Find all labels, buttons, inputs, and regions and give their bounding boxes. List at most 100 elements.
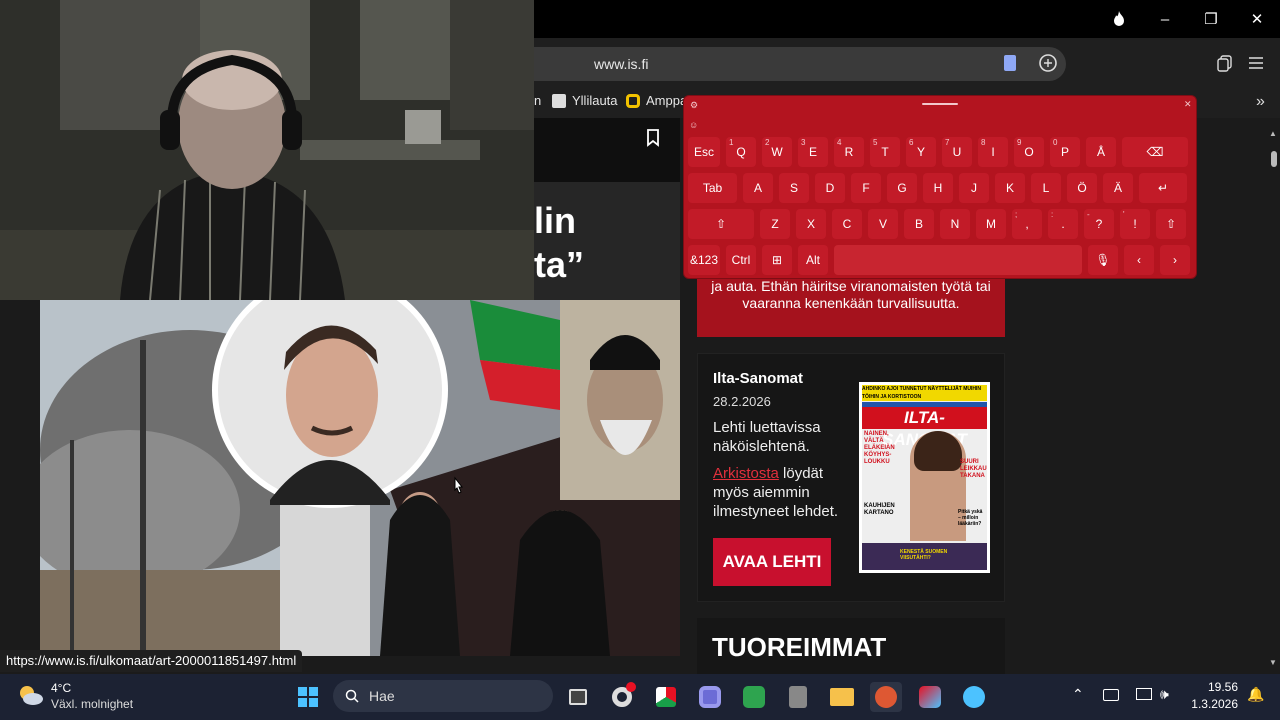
key-r1k12[interactable]: ↵: [1139, 173, 1187, 203]
settings-icon[interactable]: ⚙: [690, 100, 698, 111]
bookmark-item[interactable]: n: [534, 93, 541, 108]
chrome-icon[interactable]: [606, 682, 638, 712]
key-t[interactable]: T5: [870, 137, 900, 167]
key-r2k0[interactable]: ⇧: [688, 209, 754, 239]
camera-app-icon[interactable]: [694, 682, 726, 712]
volume-icon[interactable]: 🕪: [1160, 686, 1169, 703]
key-tab[interactable]: Tab: [688, 173, 737, 203]
key-s[interactable]: S: [779, 173, 809, 203]
key-ä[interactable]: Ä: [1103, 173, 1133, 203]
key-r2k8[interactable]: ,;: [1012, 209, 1042, 239]
key-r[interactable]: R4: [834, 137, 864, 167]
key-w[interactable]: W2: [762, 137, 792, 167]
key-p[interactable]: P0: [1050, 137, 1080, 167]
chevron-right-icon[interactable]: »: [1256, 93, 1265, 111]
key-r3k7[interactable]: ›: [1160, 245, 1190, 275]
key-e[interactable]: E3: [798, 137, 828, 167]
notification-bell-icon[interactable]: 🔔: [1247, 686, 1264, 703]
maps-app-icon[interactable]: [958, 682, 990, 712]
app-icon[interactable]: [650, 682, 682, 712]
drag-handle[interactable]: [922, 103, 958, 105]
key-label: ‹: [1137, 253, 1141, 267]
planner-app-icon[interactable]: [738, 682, 770, 712]
emoji-icon[interactable]: ☺: [689, 120, 698, 130]
minimize-button[interactable]: –: [1142, 0, 1188, 38]
key-r2k10[interactable]: ? -: [1084, 209, 1114, 239]
newspaper-cover[interactable]: AHDINKO AJOI TUNNETUT NÄYTTELIJÄT MUIHIN…: [859, 382, 990, 573]
taskbar-search[interactable]: Hae: [333, 680, 553, 712]
key-&123[interactable]: &123: [688, 245, 720, 275]
clock-time[interactable]: 19.56: [1190, 680, 1238, 694]
key-j[interactable]: J: [959, 173, 989, 203]
key-å[interactable]: Å: [1086, 137, 1116, 167]
key-h[interactable]: H: [923, 173, 953, 203]
copy-icon[interactable]: [1216, 54, 1234, 77]
weather-desc[interactable]: Växl. molnighet: [51, 697, 133, 711]
key-ö[interactable]: Ö: [1067, 173, 1097, 203]
key-z[interactable]: Z: [760, 209, 790, 239]
key-m[interactable]: M: [976, 209, 1006, 239]
key-space[interactable]: [834, 245, 1082, 275]
key-a[interactable]: A: [743, 173, 773, 203]
keyboard-close-icon[interactable]: ✕: [1184, 99, 1192, 110]
menu-icon[interactable]: [1248, 56, 1264, 75]
key-l[interactable]: L: [1031, 173, 1061, 203]
article-hero-image[interactable]: [40, 300, 680, 656]
calculator-icon[interactable]: [782, 682, 814, 712]
key-y[interactable]: Y6: [906, 137, 936, 167]
key-n[interactable]: N: [940, 209, 970, 239]
key-label: Alt: [805, 253, 820, 267]
key-esc[interactable]: Esc: [688, 137, 720, 167]
task-view-icon[interactable]: [562, 682, 594, 712]
clock-date[interactable]: 1.3.2026: [1180, 697, 1238, 711]
flame-icon[interactable]: [1096, 0, 1142, 38]
bookmark-item[interactable]: Amppa: [626, 93, 687, 108]
hexagon-favicon-icon: [626, 93, 640, 108]
open-paper-button[interactable]: AVAA LEHTI: [713, 538, 831, 586]
restore-button[interactable]: ❐: [1188, 0, 1234, 38]
key-r3k5[interactable]: 🎙: [1088, 245, 1118, 275]
key-i[interactable]: I8: [978, 137, 1008, 167]
key-k[interactable]: K: [995, 173, 1025, 203]
bookmark-item[interactable]: Yllilauta: [552, 93, 618, 108]
scrollbar-thumb[interactable]: [1271, 151, 1277, 167]
archive-link[interactable]: Arkistosta: [713, 465, 779, 482]
key-d[interactable]: D: [815, 173, 845, 203]
article-headline-part[interactable]: ta”: [534, 244, 584, 286]
key-q[interactable]: Q1: [726, 137, 756, 167]
key-b[interactable]: B: [904, 209, 934, 239]
key-o[interactable]: O9: [1014, 137, 1044, 167]
close-button[interactable]: ✕: [1234, 0, 1280, 38]
bookmark-icon[interactable]: [1004, 55, 1016, 71]
key-g[interactable]: G: [887, 173, 917, 203]
key-f[interactable]: F: [851, 173, 881, 203]
network-icon[interactable]: [1136, 688, 1152, 700]
key-r0k12[interactable]: ⌫: [1122, 137, 1188, 167]
scrollbar[interactable]: ▲ ▼: [1266, 118, 1280, 674]
chat-icon[interactable]: [1038, 53, 1058, 78]
keyboard-icon[interactable]: [1103, 689, 1119, 701]
app-icon[interactable]: [914, 682, 946, 712]
windows-start-icon[interactable]: [292, 682, 324, 712]
chevron-up-icon[interactable]: ⌃: [1072, 686, 1084, 703]
key-r2k9[interactable]: .:: [1048, 209, 1078, 239]
key-x[interactable]: X: [796, 209, 826, 239]
key-u[interactable]: U7: [942, 137, 972, 167]
weather-temp[interactable]: 4°C: [51, 681, 71, 695]
weather-icon[interactable]: [16, 682, 44, 713]
key-r2k11[interactable]: ! ': [1120, 209, 1150, 239]
url-text[interactable]: www.is.fi: [594, 56, 648, 72]
key-r3k6[interactable]: ‹: [1124, 245, 1154, 275]
duckduckgo-icon[interactable]: [870, 682, 902, 712]
article-headline-part[interactable]: lin: [534, 200, 576, 242]
key-v[interactable]: V: [868, 209, 898, 239]
key-ctrl[interactable]: Ctrl: [726, 245, 756, 275]
file-explorer-icon[interactable]: [826, 682, 858, 712]
key-alt[interactable]: Alt: [798, 245, 828, 275]
key-r3k2[interactable]: ⊞: [762, 245, 792, 275]
scroll-up-icon[interactable]: ▲: [1269, 129, 1277, 138]
scroll-down-icon[interactable]: ▼: [1269, 658, 1277, 667]
key-c[interactable]: C: [832, 209, 862, 239]
save-bookmark-icon[interactable]: [646, 129, 660, 152]
key-r2k12[interactable]: ⇧: [1156, 209, 1186, 239]
